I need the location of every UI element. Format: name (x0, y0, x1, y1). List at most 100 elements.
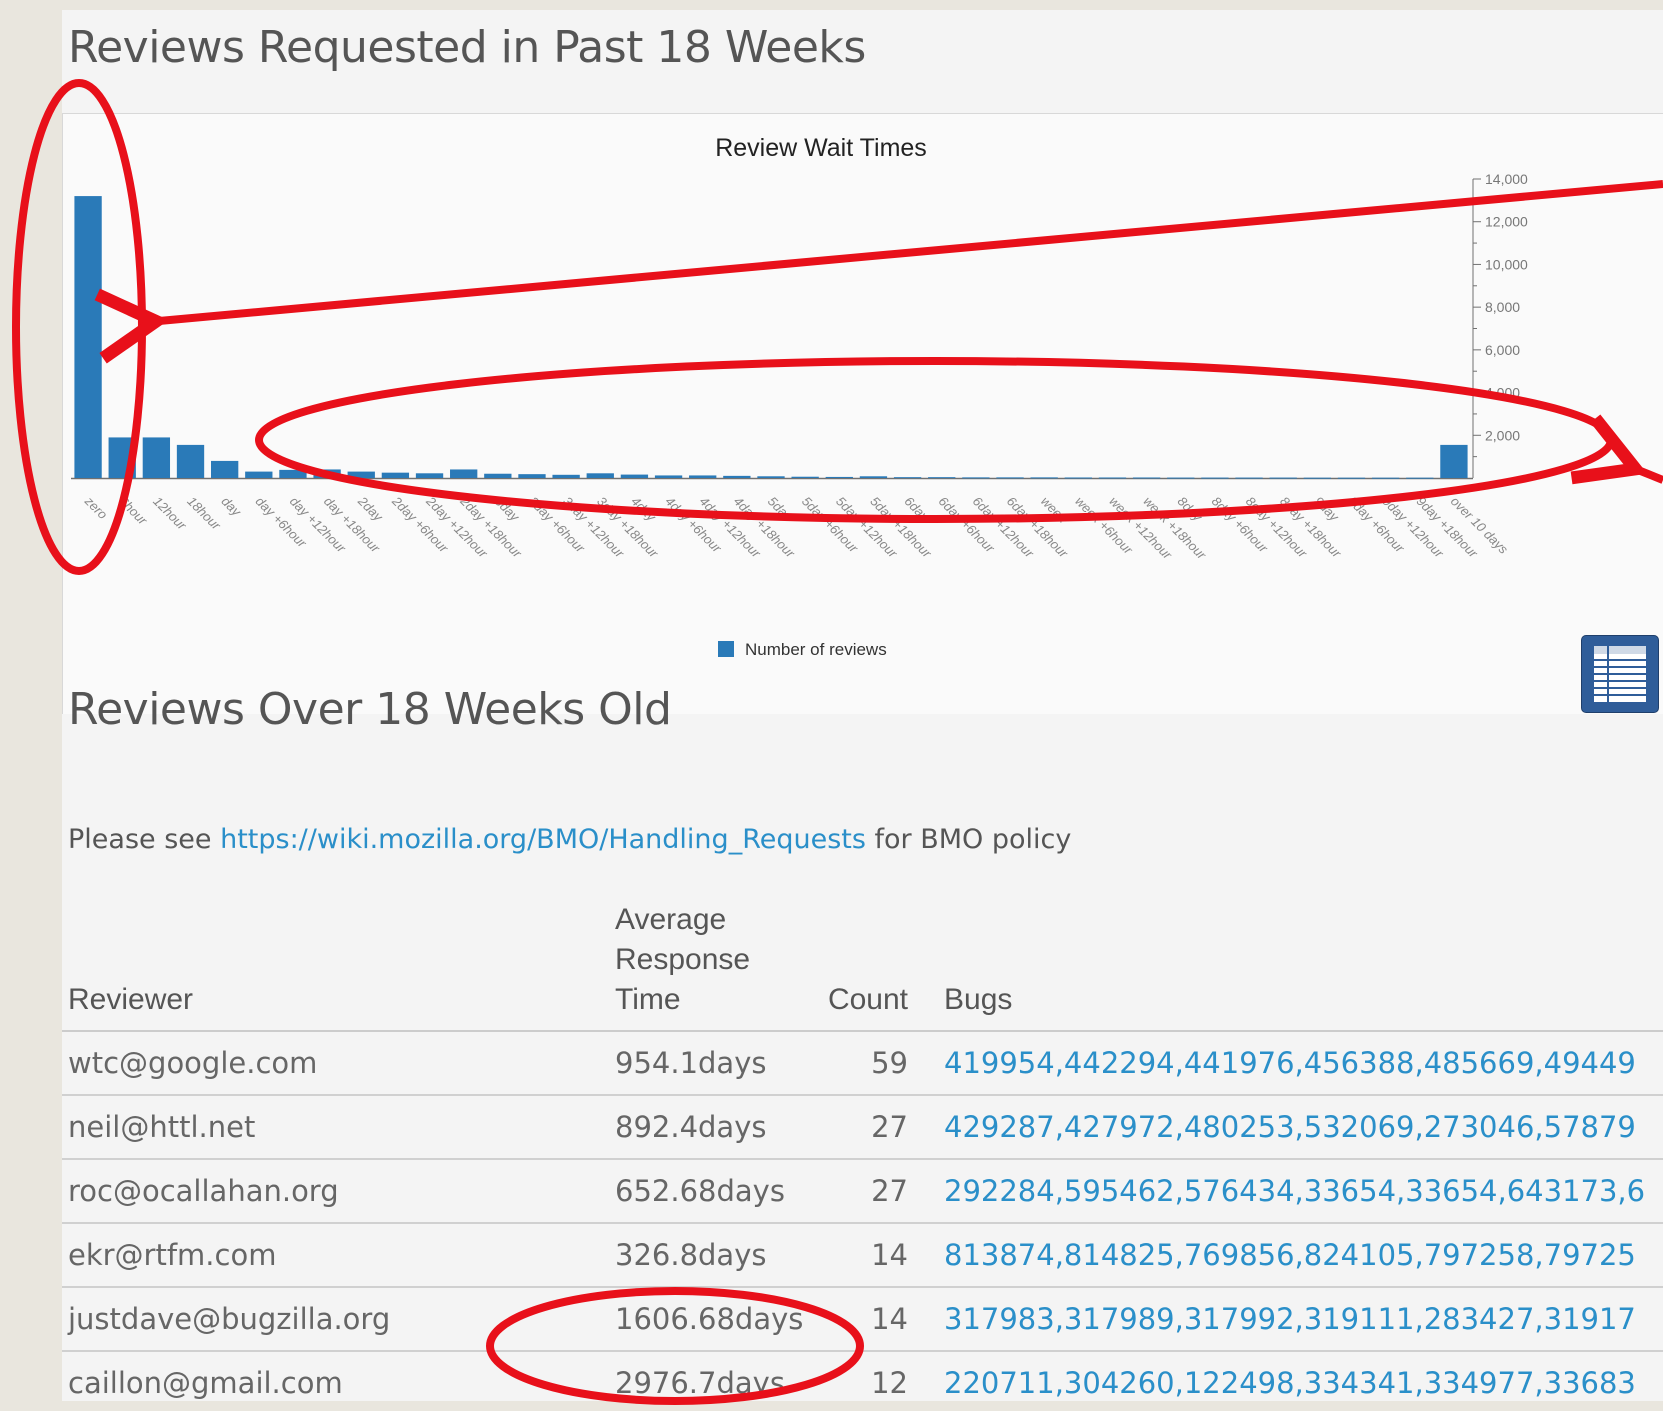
bar (415, 473, 444, 478)
y-tick-label: 10,000 (1485, 256, 1528, 272)
x-tick-label: 3day (492, 494, 524, 526)
y-tick-label: 8,000 (1485, 299, 1520, 315)
page-title: Reviews Requested in Past 18 Weeks (68, 22, 866, 73)
cell-reviewer: neil@httl.net (62, 1095, 609, 1160)
x-tick-label: 6day (901, 494, 933, 526)
bar (962, 477, 990, 479)
section-title-old-reviews: Reviews Over 18 Weeks Old (68, 684, 672, 735)
cell-bugs[interactable]: 317983,317989,317992,319111,283427,31917 (914, 1287, 1663, 1352)
legend-swatch (718, 641, 734, 657)
bar (450, 469, 478, 478)
bar (518, 474, 546, 478)
dashboard-sheet: Reviews Requested in Past 18 Weeks Revie… (62, 10, 1663, 1401)
bar (723, 475, 751, 478)
cell-reviewer: roc@ocallahan.org (62, 1159, 609, 1224)
bar (1440, 444, 1468, 478)
legend-label: Number of reviews (745, 640, 887, 659)
bar (552, 474, 580, 478)
table-icon (1594, 646, 1646, 702)
table-row: ekr@rtfm.com 326.8days 14 813874,814825,769… (62, 1223, 1663, 1288)
y-tick-label: 12,000 (1485, 214, 1528, 230)
bar (1030, 477, 1058, 479)
x-tick-label: zero (81, 493, 110, 522)
cell-count: 59 (817, 1031, 914, 1096)
bar (108, 437, 136, 478)
review-wait-times-chart: Review Wait Times 14,000 12,000 10,000 8,000… (71, 134, 1528, 659)
bar (791, 476, 819, 478)
bar (928, 477, 956, 479)
bar (245, 471, 273, 478)
bar (1337, 477, 1366, 479)
cell-avg-response: 954.1days (609, 1031, 817, 1096)
bar (859, 476, 888, 478)
table-row: caillon@gmail.com 2976.7days 12 220711,3042… (62, 1351, 1663, 1401)
bar (211, 460, 239, 478)
bar (620, 474, 649, 478)
header-reviewer: Reviewer (62, 900, 609, 1032)
header-count: Count (817, 900, 914, 1032)
bar (484, 473, 512, 478)
bar (654, 475, 683, 478)
cell-reviewer: caillon@gmail.com (62, 1351, 609, 1401)
policy-link[interactable]: https://wiki.mozilla.org/BMO/Handling_Re… (220, 824, 866, 855)
cell-bugs[interactable]: 429287,427972,480253,532069,273046,57879 (914, 1095, 1663, 1160)
bar (142, 437, 171, 478)
y-tick-label: 4,000 (1485, 385, 1520, 401)
bar (586, 473, 614, 478)
policy-suffix: for BMO policy (865, 824, 1072, 855)
bar (1303, 477, 1331, 479)
x-tick-label: 4day (628, 494, 660, 526)
table-header-row: Reviewer Average Response Time Count Bug… (62, 900, 1663, 1032)
x-tick-label: day (219, 494, 245, 520)
bar (1406, 477, 1434, 479)
cell-reviewer: ekr@rtfm.com (62, 1223, 609, 1288)
table-row: justdave@bugzilla.org 1606.68days 14 317983… (62, 1287, 1663, 1352)
policy-note: Please see https://wiki.mozilla.org/BMO/… (68, 824, 1071, 855)
cell-reviewer: wtc@google.com (62, 1031, 609, 1096)
header-avg-response: Average Response Time (609, 900, 817, 1032)
bar (74, 196, 102, 478)
x-tick-label: 6hour (116, 494, 151, 529)
bar (689, 475, 717, 478)
x-tick-label: 5day (765, 494, 797, 526)
cell-bugs[interactable]: 813874,814825,769856,824105,797258,79725 (914, 1223, 1663, 1288)
bar (1269, 477, 1297, 479)
y-tick-label: 6,000 (1485, 342, 1520, 358)
table-row: roc@ocallahan.org 652.68days 27 292284,5954… (62, 1159, 1663, 1224)
table-row: wtc@google.com 954.1days 59 419954,442294,4… (62, 1031, 1663, 1096)
cell-bugs[interactable]: 220711,304260,122498,334341,334977,33683 (914, 1351, 1663, 1401)
cell-bugs[interactable]: 419954,442294,441976,456388,485669,49449 (914, 1031, 1663, 1096)
y-tick-label: 2,000 (1485, 427, 1520, 443)
x-tick-label: 12hour (150, 494, 190, 534)
bar (893, 477, 922, 479)
bar (757, 476, 785, 478)
policy-prefix: Please see (68, 824, 221, 855)
x-tick-label: 18hour (184, 494, 224, 534)
bar (1201, 477, 1229, 479)
bar (176, 444, 205, 478)
cell-avg-response: 326.8days (609, 1223, 817, 1288)
bar (1371, 477, 1400, 479)
x-tick-label: 8day (1175, 494, 1207, 526)
cell-count: 14 (817, 1287, 914, 1352)
bar (1132, 477, 1161, 479)
bar (381, 472, 410, 478)
bar (1098, 477, 1127, 479)
bar (996, 477, 1024, 479)
cell-count: 14 (817, 1223, 914, 1288)
bar (1167, 477, 1195, 479)
y-tick-label: 14,000 (1485, 171, 1528, 187)
cell-avg-response: 2976.7days (609, 1351, 817, 1401)
bar (1235, 477, 1263, 479)
bar (279, 469, 307, 478)
chart-title: Review Wait Times (715, 134, 927, 162)
cell-bugs[interactable]: 292284,595462,576434,33654,33654,643173,… (914, 1159, 1663, 1224)
chart-panel: Review Wait Times 14,000 12,000 10,000 8,000… (62, 113, 1663, 714)
data-table-button[interactable] (1581, 635, 1659, 713)
header-bugs: Bugs (914, 900, 1663, 1032)
bar (313, 469, 341, 478)
cell-avg-response: 1606.68days (609, 1287, 817, 1352)
table-row: neil@httl.net 892.4days 27 429287,427972,48… (62, 1095, 1663, 1160)
reviews-table: Reviewer Average Response Time Count Bug… (62, 900, 1663, 1401)
cell-avg-response: 652.68days (609, 1159, 817, 1224)
